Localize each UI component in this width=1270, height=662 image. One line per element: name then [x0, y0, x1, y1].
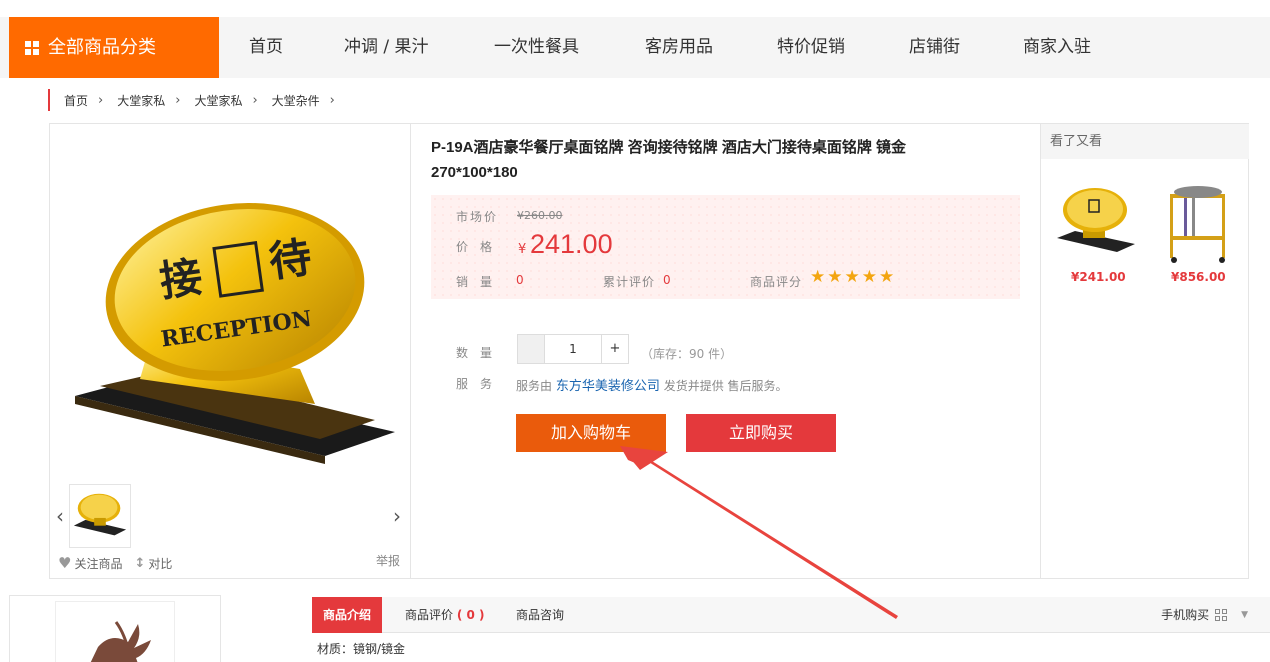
- tab-reviews-label: 商品评价: [405, 608, 454, 622]
- stock-info: （库存：90 件）: [641, 347, 733, 361]
- also-viewed-image-1[interactable]: [1053, 176, 1138, 264]
- star-icon: ★: [879, 267, 895, 287]
- all-categories-label: 全部商品分类: [48, 37, 156, 58]
- nav-link-merchant-join[interactable]: 商家入驻: [1023, 17, 1091, 78]
- quantity-label: 数量: [456, 346, 505, 360]
- product-title: P-19A酒店豪华餐厅桌面铭牌 咨询接待铭牌 酒店大门接待桌面铭牌 镜金 270…: [431, 139, 907, 181]
- decrease-qty-button[interactable]: [518, 335, 545, 363]
- product-main: 接 待 RECEPTION ‹ › ♥ 关注商品 ↕ 对比 举报 P-19A酒店…: [49, 123, 1249, 579]
- breadcrumb-item[interactable]: 大堂杂件: [272, 92, 320, 109]
- also-viewed-price-1[interactable]: ¥241.00: [1071, 270, 1126, 284]
- also-viewed-price-2[interactable]: ¥856.00: [1171, 270, 1226, 284]
- tab-product-reviews[interactable]: 商品评价 ( 0 ): [405, 597, 485, 633]
- product-main-image: 接 待 RECEPTION: [75, 202, 395, 464]
- heart-icon[interactable]: ♥: [58, 554, 71, 572]
- price-label: 价格: [456, 240, 505, 254]
- mobile-buy-label: 手机购买: [1161, 608, 1210, 622]
- product-gallery: 接 待 RECEPTION ‹ › ♥ 关注商品 ↕ 对比 举报: [50, 124, 411, 578]
- star-icon: ★: [827, 267, 843, 287]
- sales-label: 销量: [456, 275, 505, 289]
- gallery-actions: ♥ 关注商品 ↕ 对比: [58, 554, 172, 572]
- nav-link-promotions[interactable]: 特价促销: [777, 17, 845, 78]
- rating-label: 商品评分: [750, 275, 803, 289]
- market-price: ¥260.00: [517, 209, 563, 222]
- shop-link[interactable]: 东方华美装修公司: [556, 379, 660, 394]
- thumbnail-image[interactable]: [69, 484, 131, 548]
- tab-product-intro[interactable]: 商品介绍: [312, 597, 382, 633]
- service-info: 服务由 东方华美装修公司 发货并提供 售后服务。: [516, 375, 788, 394]
- material-spec: 材质：镜钢/镜金: [317, 642, 406, 656]
- chevron-right-icon: ›: [98, 92, 104, 108]
- sales-value: 0: [516, 273, 524, 287]
- service-suffix: 发货并提供 售后服务。: [663, 379, 788, 393]
- nav-link-home[interactable]: 首页: [249, 17, 283, 78]
- follow-product-link[interactable]: 关注商品: [74, 555, 122, 572]
- nav-link-room-supplies[interactable]: 客房用品: [645, 17, 713, 78]
- reviews-label: 累计评价: [603, 275, 656, 289]
- currency-symbol: ¥: [518, 242, 527, 257]
- grid-icon: [25, 40, 39, 55]
- breadcrumb-item[interactable]: 大堂家私: [117, 92, 165, 109]
- nav-link-drinks[interactable]: 冲调 / 果汁: [344, 17, 429, 78]
- also-viewed-panel: 看了又看 ¥241.00 ¥856.00: [1040, 124, 1249, 578]
- service-label: 服务: [456, 377, 505, 391]
- also-viewed-heading: 看了又看: [1041, 124, 1249, 159]
- next-image-button[interactable]: ›: [393, 504, 401, 528]
- tab-reviews-count: ( 0 ): [456, 608, 485, 622]
- sign-char-1: 接: [157, 252, 205, 306]
- star-icon: ★: [861, 267, 877, 287]
- top-nav: 全部商品分类 首页 冲调 / 果汁 一次性餐具 客房用品 特价促销 店铺街 商家…: [0, 17, 1270, 78]
- qr-code-icon: [1215, 609, 1228, 621]
- current-price: 241.00: [530, 229, 613, 259]
- quantity-input[interactable]: 1: [545, 335, 601, 363]
- rating-stars: ★ ★ ★ ★ ★: [810, 269, 896, 286]
- prev-image-button[interactable]: ‹: [56, 504, 64, 528]
- nav-link-disposables[interactable]: 一次性餐具: [494, 17, 579, 78]
- buy-now-button[interactable]: 立即购买: [686, 414, 836, 452]
- breadcrumb: 首页 › 大堂家私 › 大堂家私 › 大堂杂件 ›: [48, 89, 349, 111]
- report-link[interactable]: 举报: [376, 552, 400, 569]
- increase-qty-button[interactable]: +: [601, 335, 628, 363]
- all-categories-button[interactable]: 全部商品分类: [9, 17, 219, 78]
- quantity-stepper: 1 +: [517, 334, 629, 364]
- breadcrumb-item[interactable]: 首页: [64, 92, 88, 109]
- shop-card: [9, 595, 221, 662]
- chevron-down-icon: ▼: [1241, 610, 1248, 620]
- chevron-right-icon: ›: [175, 92, 181, 108]
- compare-icon[interactable]: ↕: [134, 556, 145, 571]
- add-to-cart-button[interactable]: 加入购物车: [516, 414, 666, 452]
- price-panel: 市场价 ¥260.00 价格 ¥ 241.00 销量 0 累计评价 0 商品评分…: [431, 195, 1020, 299]
- also-viewed-image-2[interactable]: [1156, 176, 1241, 264]
- chevron-right-icon: ›: [252, 92, 258, 108]
- star-icon: ★: [844, 267, 860, 287]
- reviews-value[interactable]: 0: [663, 273, 671, 287]
- star-icon: ★: [810, 267, 826, 287]
- breadcrumb-item[interactable]: 大堂家私: [194, 92, 242, 109]
- sign-char-2: 待: [266, 232, 314, 286]
- chevron-right-icon: ›: [329, 92, 335, 108]
- detail-tabs: 商品介绍 商品评价 ( 0 ) 商品咨询 手机购买 ▼: [312, 597, 1270, 633]
- service-prefix: 服务由: [516, 379, 553, 393]
- tab-product-consult[interactable]: 商品咨询: [516, 597, 564, 633]
- compare-link[interactable]: 对比: [148, 555, 172, 572]
- product-info: P-19A酒店豪华餐厅桌面铭牌 咨询接待铭牌 酒店大门接待桌面铭牌 镜金 270…: [411, 124, 1041, 578]
- shop-logo[interactable]: [55, 601, 175, 662]
- market-price-label: 市场价: [456, 210, 499, 224]
- nav-link-shops[interactable]: 店铺街: [909, 17, 960, 78]
- mobile-buy[interactable]: 手机购买 ▼: [1161, 597, 1248, 633]
